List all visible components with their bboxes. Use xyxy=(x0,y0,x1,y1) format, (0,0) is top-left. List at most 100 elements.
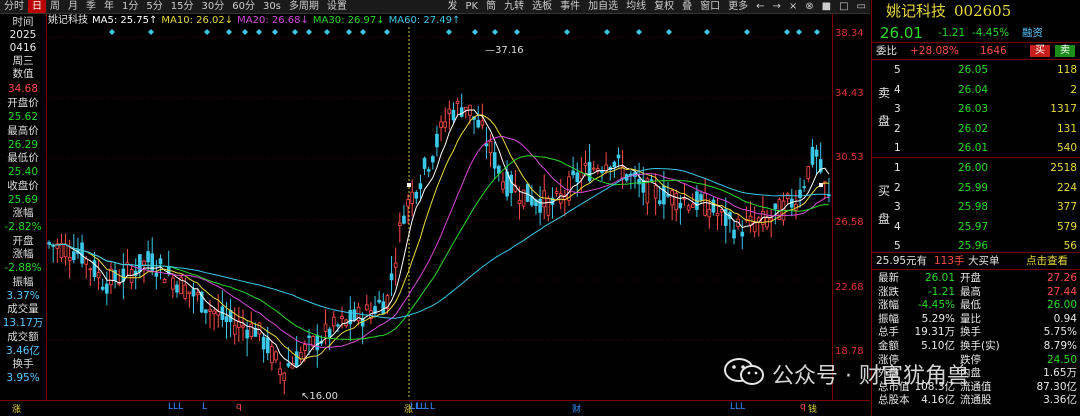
stat-value-1: -1.21 xyxy=(927,285,955,298)
event-marker-9[interactable]: 财 xyxy=(572,402,581,415)
candle-body-175 xyxy=(769,217,773,221)
candle-body-100 xyxy=(459,107,464,117)
candle-body-149 xyxy=(662,185,666,205)
period-tab-13[interactable]: 设置 xyxy=(323,0,351,13)
signal-marker-13 xyxy=(446,29,452,35)
sell-volume: 1317 xyxy=(1050,103,1077,115)
buy-price: 25.96 xyxy=(958,240,989,252)
toolbar-tool-3[interactable]: 九转 xyxy=(500,0,528,13)
toolbar-tool-2[interactable]: 筒 xyxy=(482,0,500,13)
signal-marker-3 xyxy=(226,29,232,35)
stat-label-1: 金额 xyxy=(878,340,899,352)
time-label: 时间 xyxy=(12,16,34,28)
toolbar-tool-0[interactable]: 发 xyxy=(443,0,461,13)
buy-volume: 224 xyxy=(1056,181,1077,194)
stat-label-2: 量比 xyxy=(960,312,981,325)
candle-body-13 xyxy=(100,286,105,290)
candle-body-166 xyxy=(732,229,736,239)
toolbar-tool-6[interactable]: 加自选 xyxy=(584,0,622,13)
candle-body-109 xyxy=(497,165,501,174)
period-tab-3[interactable]: 月 xyxy=(64,0,82,13)
period-tab-10[interactable]: 60分 xyxy=(228,0,259,13)
candle-body-56 xyxy=(278,368,282,376)
toolbar-tool-10[interactable]: 窗口 xyxy=(696,0,724,13)
high-value: 26.29 xyxy=(7,139,39,151)
stock-code: 002605 xyxy=(954,2,1012,20)
stat-label-1: 振幅 xyxy=(878,312,899,325)
candle-body-34 xyxy=(187,291,192,294)
candle-body-94 xyxy=(435,133,439,148)
toolbar-tool-9[interactable]: 叠 xyxy=(678,0,696,13)
candle-body-26 xyxy=(154,272,159,277)
window-control-icon-0[interactable]: ← xyxy=(752,0,768,13)
event-marker-12[interactable]: 钱 xyxy=(808,402,817,415)
toolbar-tool-11[interactable]: 更多 xyxy=(724,0,752,13)
event-marker-6[interactable]: L xyxy=(416,402,421,412)
stat-label-2: 换手(实) xyxy=(960,340,1000,352)
period-tab-6[interactable]: 1分 xyxy=(118,0,142,13)
window-control-icon-1[interactable]: → xyxy=(768,0,784,13)
toolbar-tool-5[interactable]: 事件 xyxy=(556,0,584,13)
window-control-icon-5[interactable]: □ xyxy=(835,0,852,13)
candle-body-121 xyxy=(546,197,551,216)
stat-value-1: 19.31万 xyxy=(914,326,955,339)
period-tab-4[interactable]: 季 xyxy=(82,0,100,13)
stat-row: 涨跌 -1.21 最高 27.44 xyxy=(872,286,1080,299)
toolbar-tool-1[interactable]: PK xyxy=(461,0,482,13)
window-control-icon-3[interactable]: ⊗ xyxy=(801,0,817,13)
event-marker-10[interactable]: LLL xyxy=(730,402,745,412)
ma20-value: MA20: 26.68↓ xyxy=(237,15,309,26)
toolbar-tool-4[interactable]: 选板 xyxy=(528,0,556,13)
window-control-icon-4[interactable]: ■ xyxy=(818,0,835,13)
candle-body-98 xyxy=(451,109,456,121)
stock-name-legend: 姚记科技 xyxy=(48,15,88,26)
event-marker-11[interactable]: q xyxy=(800,402,806,412)
window-control-icon-2[interactable]: × xyxy=(785,0,801,13)
event-marker-bar: 涨 LLL Lq 涨 LLL L L L 财 LLL q 钱 xyxy=(0,400,870,416)
window-control-icon-6[interactable]: ▭ xyxy=(853,0,870,13)
period-tab-8[interactable]: 15分 xyxy=(167,0,198,13)
candle-body-161 xyxy=(711,199,716,213)
sell-order-row: 1 26.01 540 xyxy=(872,141,1080,155)
event-marker-2[interactable]: L xyxy=(202,402,207,412)
candle-body-137 xyxy=(612,161,617,168)
event-marker-8[interactable]: L xyxy=(430,402,435,412)
current-price: 26.01 xyxy=(880,24,923,42)
weekday-value: 周三 xyxy=(12,55,34,67)
period-tab-0[interactable]: 分时 xyxy=(0,0,28,13)
toolbar-tool-7[interactable]: 均线 xyxy=(622,0,650,13)
period-tab-9[interactable]: 30分 xyxy=(197,0,228,13)
amplitude-value: 3.37% xyxy=(6,290,40,302)
toolbar-tool-8[interactable]: 复权 xyxy=(650,0,678,13)
sell-volume: 131 xyxy=(1056,122,1077,135)
candle-body-119 xyxy=(538,198,542,213)
candle-body-40 xyxy=(212,310,216,315)
buy-button[interactable]: 买 xyxy=(1030,45,1050,57)
close-label: 收盘价 xyxy=(7,180,39,192)
period-tab-1[interactable]: 日 xyxy=(28,0,46,13)
period-tab-12[interactable]: 多周期 xyxy=(285,0,323,13)
sell-level: 4 xyxy=(894,83,901,96)
event-marker-3[interactable]: q xyxy=(236,402,242,412)
big-order-link[interactable]: 点击查看 xyxy=(1026,254,1068,268)
price-tick-5: 18.78 xyxy=(835,346,864,357)
stock-name: 姚记科技 xyxy=(886,2,947,20)
candlestick-chart[interactable]: —37.16 ↖16.00 xyxy=(47,27,831,399)
margin-tag: 融资 xyxy=(1022,27,1043,39)
period-tab-5[interactable]: 年 xyxy=(100,0,118,13)
weicha-value: 1646 xyxy=(980,45,1007,57)
event-marker-1[interactable]: LLL xyxy=(168,402,183,412)
stat-label-2: 开盘 xyxy=(960,272,981,284)
period-tab-7[interactable]: 5分 xyxy=(142,0,166,13)
period-tab-11[interactable]: 30s xyxy=(259,0,285,13)
event-marker-7[interactable]: L xyxy=(424,402,429,412)
candle-body-131 xyxy=(587,161,592,182)
event-marker-0[interactable]: 涨 xyxy=(12,402,21,415)
stat-value-1: 4.16亿 xyxy=(921,394,955,407)
candle-body-155 xyxy=(686,205,691,211)
price-tick-2: 30.53 xyxy=(835,152,864,163)
candle-body-20 xyxy=(129,269,134,284)
open-change-label-2: 涨幅 xyxy=(12,248,34,260)
sell-button[interactable]: 卖 xyxy=(1055,45,1075,57)
period-tab-2[interactable]: 周 xyxy=(46,0,64,13)
